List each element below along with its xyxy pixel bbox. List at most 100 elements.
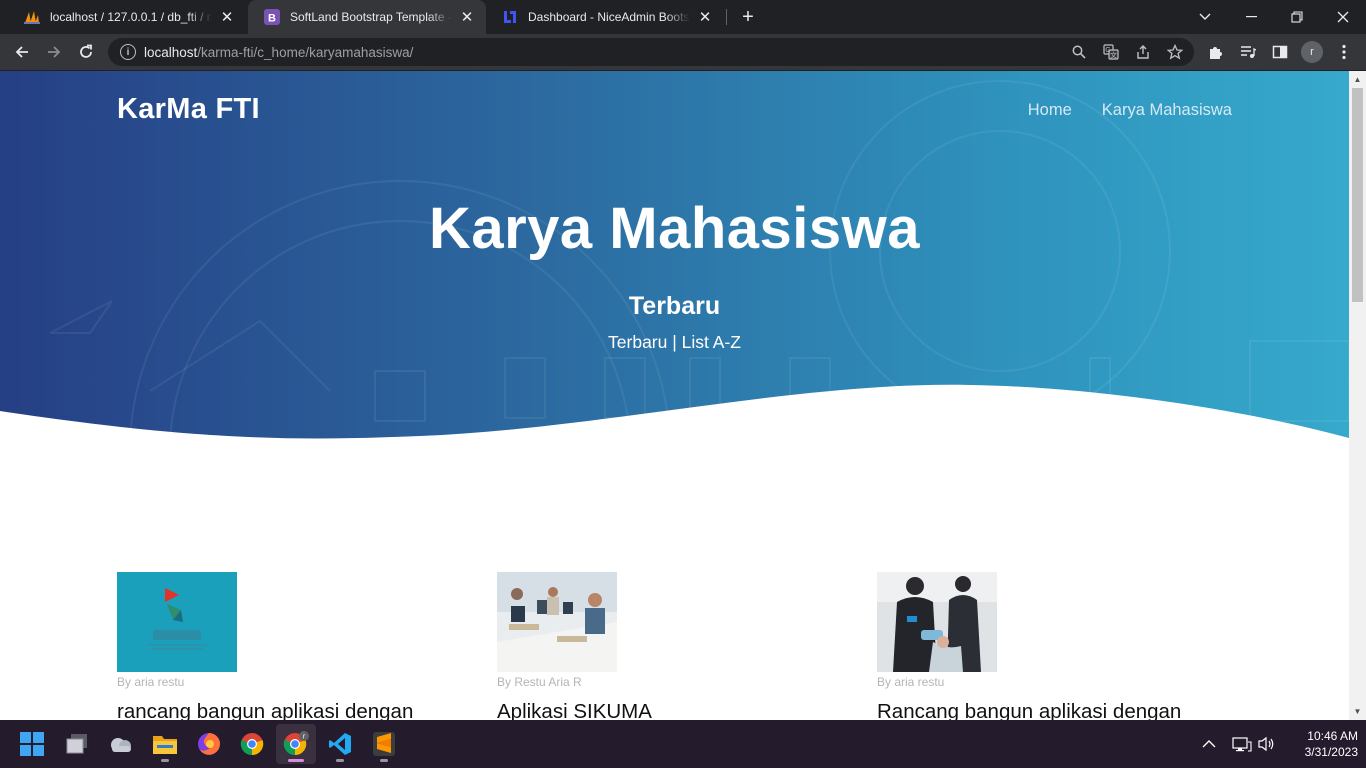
svg-text:G: G xyxy=(1105,47,1110,54)
reload-icon xyxy=(80,44,92,58)
kebab-menu-icon xyxy=(1342,44,1346,60)
restore-icon xyxy=(1291,11,1303,23)
running-indicator xyxy=(336,759,344,762)
weather-icon xyxy=(111,738,131,752)
tab-close-icon[interactable]: ✕ xyxy=(696,8,714,26)
work-thumbnail[interactable] xyxy=(117,572,237,672)
chrome-icon xyxy=(240,733,264,756)
tab-phpmyadmin[interactable]: localhost / 127.0.0.1 / db_fti / ma ✕ xyxy=(8,0,246,34)
work-thumbnail[interactable] xyxy=(877,572,997,672)
url-host: localhost xyxy=(144,44,198,60)
bootstrap-icon: B xyxy=(264,9,280,25)
page-viewport: KarMa FTI Home Karya Mahasiswa Karya Mah… xyxy=(0,71,1349,720)
firefox-button[interactable] xyxy=(189,724,229,764)
work-title[interactable]: Aplikasi SIKUMA xyxy=(497,700,857,720)
sublime-text-icon xyxy=(373,732,395,756)
new-tab-button[interactable]: + xyxy=(736,5,760,29)
windows-taskbar: r 10:46 AM 3/31/2023 xyxy=(0,720,1366,768)
tab-title: SoftLand Bootstrap Template - In xyxy=(290,10,452,24)
address-bar[interactable]: i localhost/karma-fti/c_home/karyamahasi… xyxy=(108,38,1194,66)
share-icon[interactable] xyxy=(1130,39,1156,65)
url-text[interactable]: localhost/karma-fti/c_home/karyamahasisw… xyxy=(144,45,1066,60)
tab-title: localhost / 127.0.0.1 / db_fti / ma xyxy=(50,10,212,24)
tab-close-icon[interactable]: ✕ xyxy=(218,8,236,26)
tab-title: Dashboard - NiceAdmin Bootstra xyxy=(528,10,690,24)
sublime-text-button[interactable] xyxy=(364,724,404,764)
start-button[interactable] xyxy=(12,724,52,764)
close-icon xyxy=(1337,11,1349,23)
speaker-icon xyxy=(1258,736,1274,752)
minimize-button[interactable] xyxy=(1228,0,1274,34)
niceadmin-icon xyxy=(502,9,518,25)
firefox-icon xyxy=(198,733,220,755)
site-brand-logo[interactable]: KarMa FTI xyxy=(117,93,260,126)
arrow-left-icon xyxy=(15,46,28,58)
profile-avatar[interactable]: r xyxy=(1301,41,1323,63)
work-card[interactable]: By Restu Aria R Aplikasi SIKUMA xyxy=(497,572,857,720)
tab-search-button[interactable] xyxy=(1182,0,1228,34)
chrome-button[interactable] xyxy=(232,724,272,764)
translate-icon[interactable]: 文G xyxy=(1098,39,1124,65)
extensions-button[interactable] xyxy=(1203,39,1229,65)
work-author: By Restu Aria R xyxy=(497,675,582,689)
weather-widget-button[interactable] xyxy=(101,724,141,764)
tab-niceadmin[interactable]: Dashboard - NiceAdmin Bootstra ✕ xyxy=(486,0,724,34)
url-path: /karma-fti/c_home/karyamahasiswa/ xyxy=(197,44,414,60)
minimize-icon xyxy=(1245,16,1257,18)
forward-button[interactable] xyxy=(40,38,68,66)
close-window-button[interactable] xyxy=(1320,0,1366,34)
tray-overflow-button[interactable] xyxy=(1202,720,1216,768)
site-info-icon[interactable]: i xyxy=(120,44,136,60)
work-author: By aria restu xyxy=(877,675,945,689)
nav-karya-mahasiswa[interactable]: Karya Mahasiswa xyxy=(1102,101,1232,120)
file-explorer-icon xyxy=(153,736,177,754)
work-card[interactable]: By aria restu rancang bangun aplikasi de… xyxy=(117,572,477,720)
volume-control[interactable] xyxy=(1257,720,1275,768)
clock-date: 3/31/2023 xyxy=(1304,745,1358,759)
scroll-up-arrow-icon[interactable]: ▲ xyxy=(1349,71,1366,88)
work-author: By aria restu xyxy=(117,675,185,689)
task-view-button[interactable] xyxy=(57,724,97,764)
playlist-icon xyxy=(1241,46,1256,58)
scroll-down-arrow-icon[interactable]: ▼ xyxy=(1349,703,1366,720)
nav-home[interactable]: Home xyxy=(1028,101,1072,120)
scrollbar-thumb[interactable] xyxy=(1352,88,1363,302)
chevron-up-icon xyxy=(1202,740,1216,748)
bookmark-star-icon[interactable] xyxy=(1162,39,1188,65)
hero-subtitle: Terbaru xyxy=(628,292,721,320)
media-control-button[interactable] xyxy=(1235,39,1261,65)
clock-time: 10:46 AM xyxy=(1307,729,1358,743)
work-thumbnail[interactable] xyxy=(497,572,617,672)
sort-filter-links[interactable]: Terbaru | List A-Z xyxy=(0,332,1349,353)
page-scrollbar[interactable]: ▲ ▼ xyxy=(1349,71,1366,720)
tab-close-icon[interactable]: ✕ xyxy=(458,8,476,26)
chrome-profile-button[interactable]: r xyxy=(276,724,316,764)
network-status[interactable] xyxy=(1232,720,1252,768)
vscode-button[interactable] xyxy=(320,724,360,764)
start-icon xyxy=(20,732,44,756)
tab-softland[interactable]: B SoftLand Bootstrap Template - In ✕ xyxy=(248,0,486,34)
chevron-down-icon xyxy=(1199,13,1211,20)
side-panel-icon xyxy=(1272,45,1288,59)
chrome-profile-icon: r xyxy=(283,731,309,756)
chrome-menu-button[interactable] xyxy=(1331,39,1357,65)
reload-button[interactable] xyxy=(72,38,100,66)
back-button[interactable] xyxy=(8,38,36,66)
tab-separator xyxy=(726,9,727,25)
network-icon xyxy=(1232,737,1252,752)
system-clock[interactable]: 10:46 AM 3/31/2023 xyxy=(1284,728,1358,760)
vscode-icon xyxy=(329,733,351,755)
svg-text:B: B xyxy=(268,13,276,25)
file-explorer-button[interactable] xyxy=(145,724,185,764)
zoom-search-icon[interactable] xyxy=(1066,39,1092,65)
restore-button[interactable] xyxy=(1274,0,1320,34)
running-indicator xyxy=(288,759,304,762)
running-indicator xyxy=(161,759,169,762)
side-panel-button[interactable] xyxy=(1267,39,1293,65)
running-indicator xyxy=(380,759,388,762)
tab-strip: localhost / 127.0.0.1 / db_fti / ma ✕ B … xyxy=(0,0,1366,34)
svg-text:文: 文 xyxy=(1110,51,1117,60)
work-title[interactable]: rancang bangun aplikasi dengan xyxy=(117,700,477,720)
work-card[interactable]: By aria restu Rancang bangun aplikasi de… xyxy=(877,572,1237,720)
work-title[interactable]: Rancang bangun aplikasi dengan xyxy=(877,700,1237,720)
